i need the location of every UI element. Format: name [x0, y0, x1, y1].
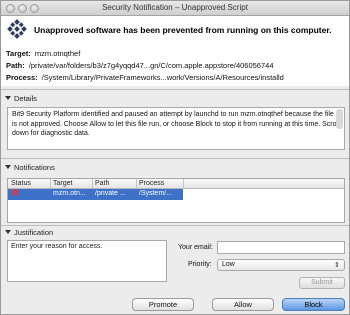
- reason-placeholder: Enter your reason for access.: [11, 243, 103, 250]
- disclosure-triangle-icon: [5, 96, 11, 100]
- column-header-target[interactable]: Target: [53, 180, 72, 187]
- process-row: Process:/System/Library/PrivateFramework…: [6, 73, 284, 82]
- path-row: Path:/private/var/folders/b3/z7g4yqqd47.…: [6, 61, 274, 70]
- details-scrollbar[interactable]: [336, 109, 343, 129]
- notifications-table: Status Target Path Process ✖ mzm.otn... …: [7, 178, 345, 223]
- divider: [1, 225, 349, 226]
- notifications-title: Notifications: [14, 163, 55, 172]
- column-header-status[interactable]: Status: [11, 180, 31, 187]
- block-button[interactable]: Block: [282, 298, 345, 311]
- notifications-section-toggle[interactable]: Notifications: [1, 163, 349, 175]
- process-label: Process:: [6, 73, 38, 82]
- email-field[interactable]: [217, 241, 345, 254]
- disclosure-triangle-icon: [5, 165, 11, 169]
- submit-button[interactable]: Submit: [299, 277, 345, 289]
- column-header-path[interactable]: Path: [95, 180, 109, 187]
- target-label: Target:: [6, 49, 31, 58]
- divider: [1, 89, 349, 90]
- email-label: Your email:: [178, 244, 213, 251]
- column-header-process[interactable]: Process: [139, 180, 164, 187]
- justification-section-toggle[interactable]: Justification: [1, 228, 349, 240]
- row-target: mzm.otn...: [53, 190, 86, 197]
- headline: Unapproved software has been prevented f…: [34, 25, 332, 35]
- target-value: mzm.otnqthef: [34, 49, 81, 58]
- divider: [1, 158, 349, 159]
- chevron-up-down-icon: ⇕: [334, 262, 340, 269]
- window-title: Security Notification – Unapproved Scrip…: [102, 3, 248, 12]
- bit9-logo-icon: [7, 19, 27, 39]
- title-bar: Security Notification – Unapproved Scrip…: [1, 1, 349, 16]
- justification-title: Justification: [14, 228, 54, 237]
- allow-button[interactable]: Allow: [212, 298, 274, 311]
- column-separator: [183, 179, 184, 189]
- x-icon: ✖: [11, 188, 20, 199]
- table-row[interactable]: ✖ mzm.otn... /private ... /System/...: [8, 189, 183, 200]
- column-separator: [92, 179, 93, 189]
- details-title: Details: [14, 94, 37, 103]
- row-path: /private ...: [95, 190, 126, 197]
- reason-textarea[interactable]: Enter your reason for access.: [7, 240, 167, 282]
- path-label: Path:: [6, 61, 25, 70]
- promote-button[interactable]: Promote: [132, 298, 194, 311]
- priority-select[interactable]: Low ⇕: [217, 259, 345, 271]
- details-section-toggle[interactable]: Details: [1, 94, 349, 106]
- notification-header: Unapproved software has been prevented f…: [1, 16, 349, 86]
- column-separator: [50, 179, 51, 189]
- priority-label: Priority:: [188, 261, 212, 268]
- security-notification-window: Security Notification – Unapproved Scrip…: [0, 0, 350, 315]
- column-separator: [136, 179, 137, 189]
- process-value: /System/Library/PrivateFrameworks...work…: [41, 73, 284, 82]
- details-text: Bit9 Security Platform identified and pa…: [12, 111, 340, 137]
- path-value: /private/var/folders/b3/z7g4yqqd47...gn/…: [28, 61, 274, 70]
- table-header: Status Target Path Process: [8, 179, 344, 189]
- disclosure-triangle-icon: [5, 230, 11, 234]
- row-process: /System/...: [139, 190, 173, 197]
- priority-value: Low: [222, 261, 235, 268]
- details-text-area[interactable]: Bit9 Security Platform identified and pa…: [7, 107, 345, 150]
- target-row: Target: mzm.otnqthef: [6, 49, 80, 58]
